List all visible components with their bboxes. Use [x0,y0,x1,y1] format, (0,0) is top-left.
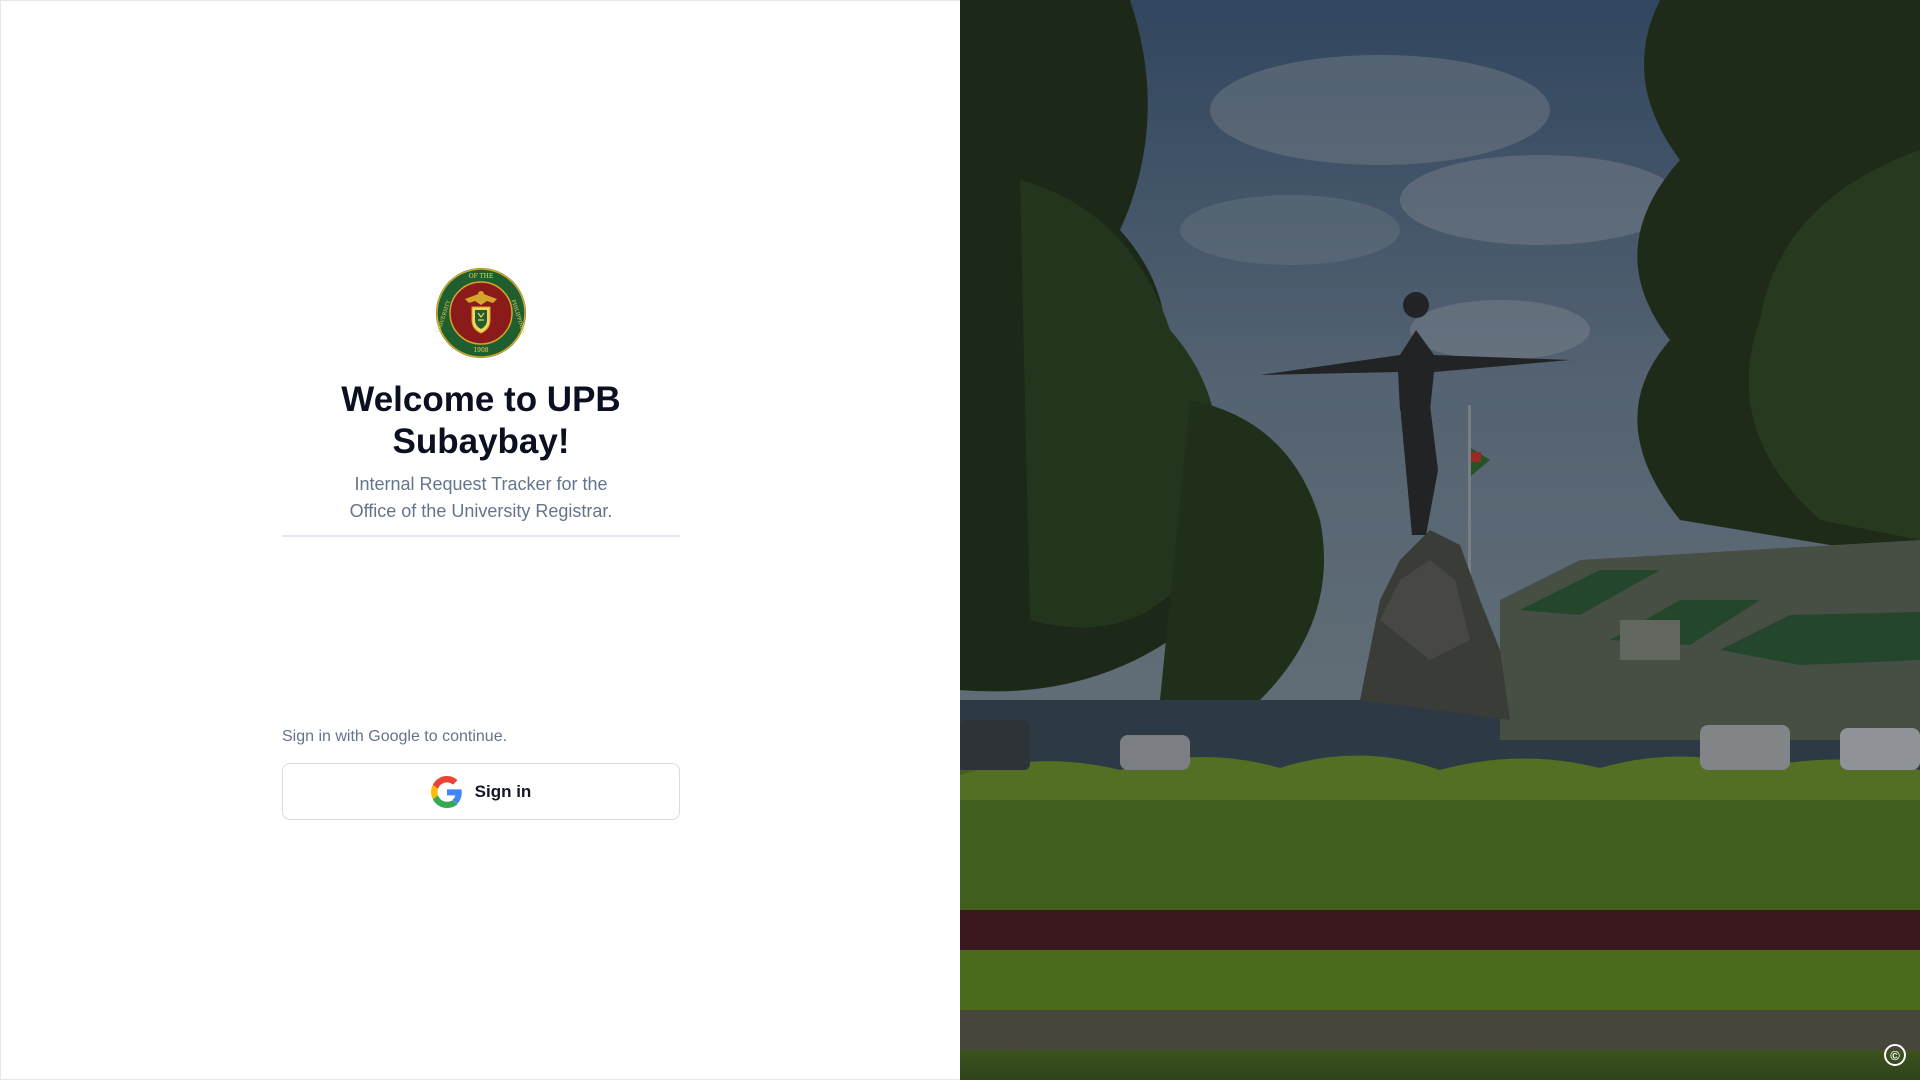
page-subtitle: Internal Request Tracker for the Office … [349,474,613,521]
welcome-header: OF THE 1908 UNIVERSITY PHILIPPINES Welco… [282,267,680,537]
google-signin-button[interactable]: Sign in [282,763,680,820]
background-photo-panel: © [960,0,1920,1080]
seal-text-year: 1908 [473,347,488,354]
seal-text-top: OF THE [469,273,494,280]
signin-button-label: Sign in [474,781,532,801]
login-page: OF THE 1908 UNIVERSITY PHILIPPINES Welco… [0,0,1920,1080]
page-title: Welcome to UPB Subaybay! [341,380,621,461]
google-g-icon [430,775,462,808]
copyright-icon[interactable]: © [1884,1044,1906,1066]
up-seal-logo: OF THE 1908 UNIVERSITY PHILIPPINES [436,268,526,358]
signin-hint: Sign in with Google to continue. [282,728,508,745]
oblation-campus-photo [960,0,1920,1080]
login-card: OF THE 1908 UNIVERSITY PHILIPPINES Welco… [282,267,680,820]
login-panel: OF THE 1908 UNIVERSITY PHILIPPINES Welco… [0,0,960,1080]
